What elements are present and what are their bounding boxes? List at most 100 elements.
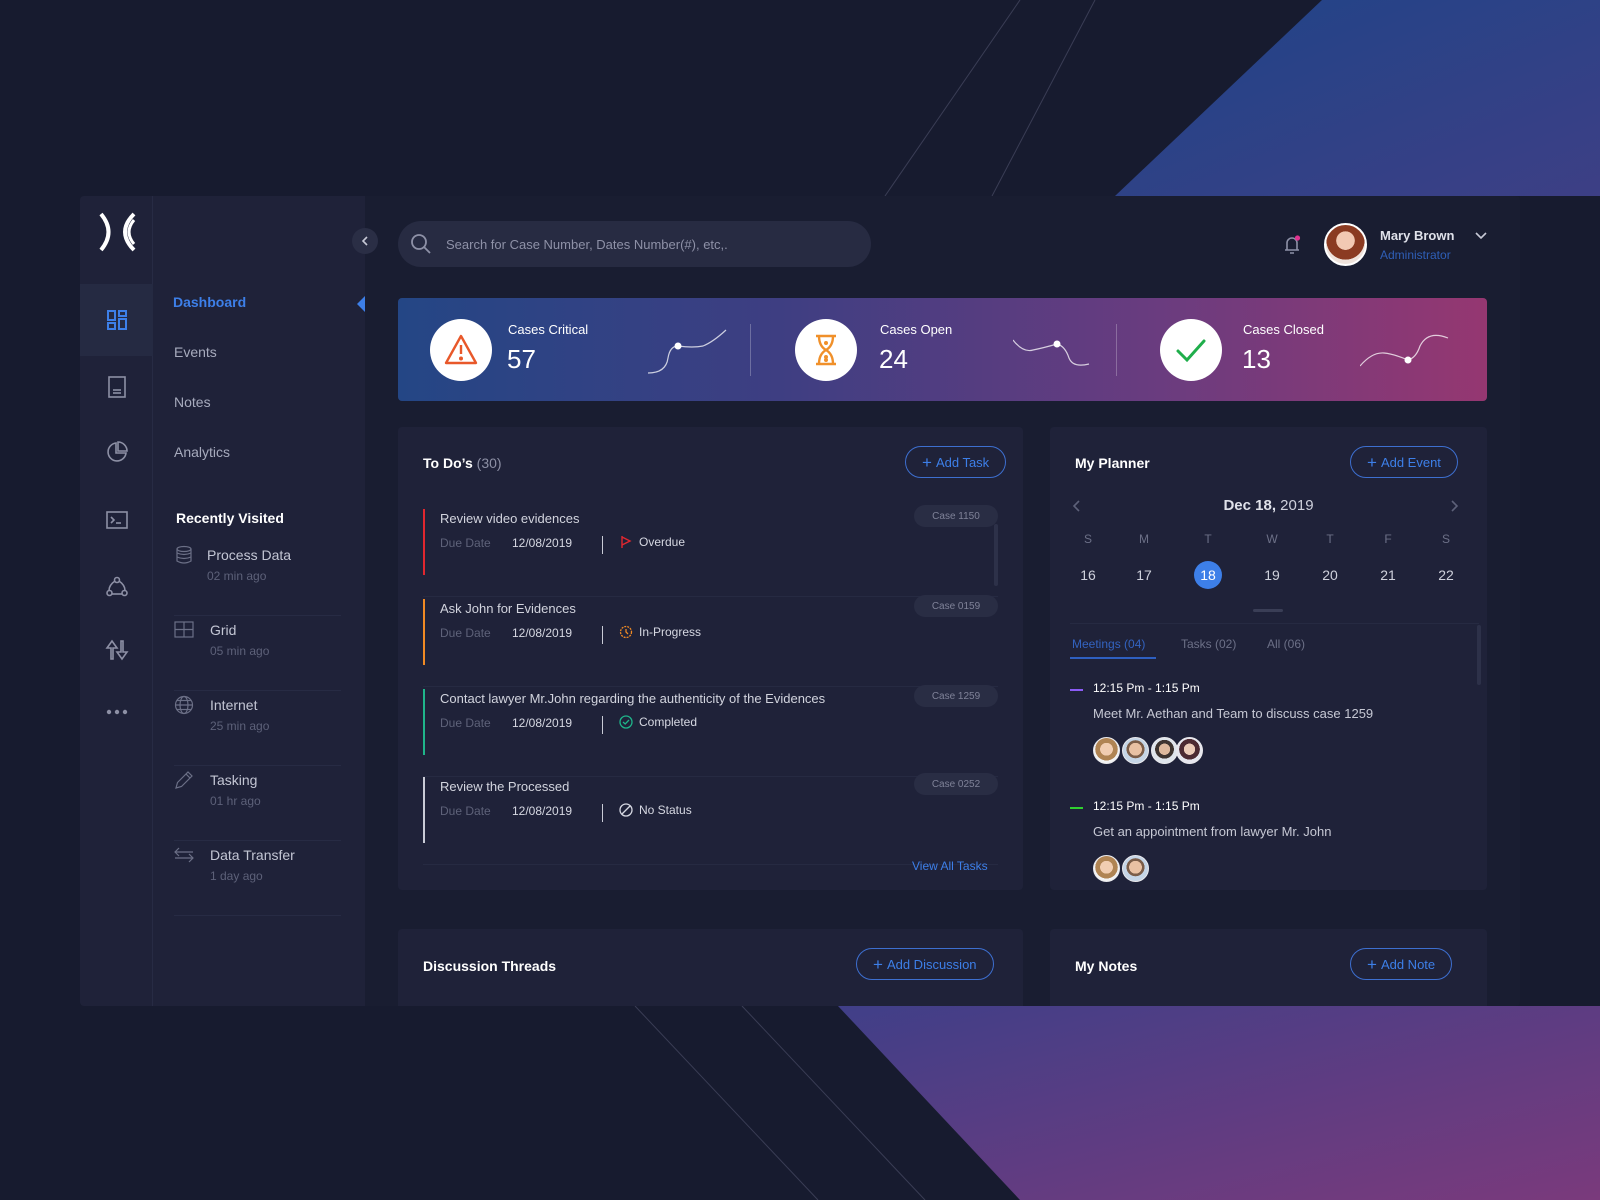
stat-cases-closed[interactable]: Cases Closed 13 [1128,298,1468,401]
rail-dashboard[interactable] [80,284,153,356]
collapse-sidebar-button[interactable] [352,228,378,254]
separator [602,536,603,554]
add-note-button[interactable]: + Add Note [1350,948,1453,980]
tab-tasks[interactable]: Tasks (02) [1181,637,1236,651]
due-date-label: Due Date [440,536,491,550]
calendar-expand-handle[interactable] [1253,609,1283,612]
rail-documents[interactable] [80,351,153,423]
meeting-marker [1070,689,1083,691]
next-week-icon[interactable] [1447,499,1461,513]
task-row[interactable]: Review the Processed Due Date 12/08/2019… [423,773,998,865]
calendar-day[interactable]: 22 [1431,561,1461,589]
meeting-description[interactable]: Get an appointment from lawyer Mr. John [1093,824,1331,839]
calendar-day[interactable]: 16 [1073,561,1103,589]
recently-visited-title: Recently Visited [176,510,284,526]
attendee-avatar[interactable] [1122,855,1149,882]
nav-events[interactable]: Events [174,344,217,360]
case-badge[interactable]: Case 1259 [914,685,998,707]
user-role: Administrator [1380,248,1451,262]
recent-item-time: 02 min ago [207,569,267,583]
search-bar [398,221,871,267]
terminal-icon [105,511,128,529]
attendee-avatar[interactable] [1093,855,1120,882]
rail-analytics[interactable] [80,416,153,488]
search-input[interactable] [446,221,856,267]
rail-more[interactable] [80,676,153,748]
meeting-marker [1070,807,1083,809]
stat-cases-open[interactable]: Cases Open 24 [763,298,1103,401]
nav-analytics[interactable]: Analytics [174,444,230,460]
discussion-threads-card: Discussion Threads + Add Discussion [398,929,1023,1006]
case-badge[interactable]: Case 0159 [914,595,998,617]
recent-item-name: Process Data [207,547,292,563]
rail-console[interactable] [80,484,153,556]
task-status-text: In-Progress [639,625,702,639]
task-row[interactable]: Review video evidences Due Date 12/08/20… [423,505,998,597]
planner-scrollbar[interactable] [1477,625,1481,685]
add-event-button[interactable]: + Add Event [1350,446,1458,478]
task-title[interactable]: Review video evidences [440,511,579,526]
attendee-avatar[interactable] [1151,737,1178,764]
recent-item-time: 01 hr ago [210,794,261,808]
user-name[interactable]: Mary Brown [1380,228,1454,243]
flag-icon [621,536,632,548]
recent-item[interactable]: Data Transfer 1 day ago [174,841,341,916]
due-date-value: 12/08/2019 [512,804,573,818]
calendar-month-day: Dec 18, [1223,497,1276,514]
recent-item[interactable]: Grid 05 min ago [174,616,341,691]
attendee-avatar[interactable] [1176,737,1203,764]
task-title[interactable]: Review the Processed [440,779,569,794]
calendar-year: 2019 [1280,497,1314,514]
add-discussion-label: Add Discussion [886,956,977,972]
tab-all[interactable]: All (06) [1267,637,1305,651]
calendar-day[interactable]: 19 [1257,561,1287,589]
add-discussion-button[interactable]: + Add Discussion [856,948,994,980]
case-stats-banner: Cases Critical 57 Cases Open 24 Cases Cl… [398,298,1487,401]
task-status: Completed [619,715,697,729]
rail-network[interactable] [80,551,153,623]
nav-dashboard[interactable]: Dashboard [173,294,246,310]
nav-notes[interactable]: Notes [174,394,211,410]
recent-item[interactable]: Tasking 01 hr ago [174,766,341,841]
calendar-day[interactable]: 21 [1373,561,1403,589]
task-row[interactable]: Contact lawyer Mr.John regarding the aut… [423,685,998,777]
separator [602,804,603,822]
task-title[interactable]: Ask John for Evidences [440,601,576,616]
stat-cases-critical[interactable]: Cases Critical 57 [398,298,738,401]
task-title[interactable]: Contact lawyer Mr.John regarding the aut… [440,691,825,706]
globe-icon [174,695,194,715]
add-task-button[interactable]: + Add Task [905,446,1007,478]
calendar-day[interactable]: 17 [1129,561,1159,589]
recent-item-time: 1 day ago [210,869,263,883]
app-window: Dashboard Events Notes Analytics Recentl… [80,196,1520,1006]
meeting-description[interactable]: Meet Mr. Aethan and Team to discuss case… [1093,706,1373,721]
calendar-day-selected[interactable]: 18 [1194,561,1222,589]
meeting-attendees [1093,737,1205,764]
view-all-tasks-link[interactable]: View All Tasks [912,859,988,873]
user-avatar[interactable] [1324,223,1367,266]
chevron-down-icon[interactable] [1474,229,1488,243]
due-date-label: Due Date [440,626,491,640]
tab-meetings[interactable]: Meetings (04) [1072,637,1145,651]
calendar-day[interactable]: 20 [1315,561,1345,589]
task-row[interactable]: Ask John for Evidences Due Date 12/08/20… [423,595,998,687]
side-nav: Dashboard Events Notes Analytics Recentl… [153,196,365,1006]
attendee-avatar[interactable] [1093,737,1120,764]
recent-item[interactable]: Process Data 02 min ago [174,541,341,616]
check-circle-icon [619,715,633,729]
warning-icon [444,334,478,365]
case-badge[interactable]: Case 1150 [914,505,998,527]
sparkline [1360,334,1449,367]
case-badge[interactable]: Case 0252 [914,773,998,795]
separator [602,626,603,644]
active-tab-underline [1070,657,1156,659]
todos-scrollbar[interactable] [994,524,998,586]
attendee-avatar[interactable] [1122,737,1149,764]
stat-label: Cases Open [880,322,953,337]
my-notes-title: My Notes [1075,958,1138,974]
notification-bell-icon[interactable] [1280,232,1304,256]
recent-item[interactable]: Internet 25 min ago [174,691,341,766]
sparkline [648,329,727,374]
discussion-threads-title: Discussion Threads [423,958,557,974]
stat-icon-circle [795,319,857,381]
